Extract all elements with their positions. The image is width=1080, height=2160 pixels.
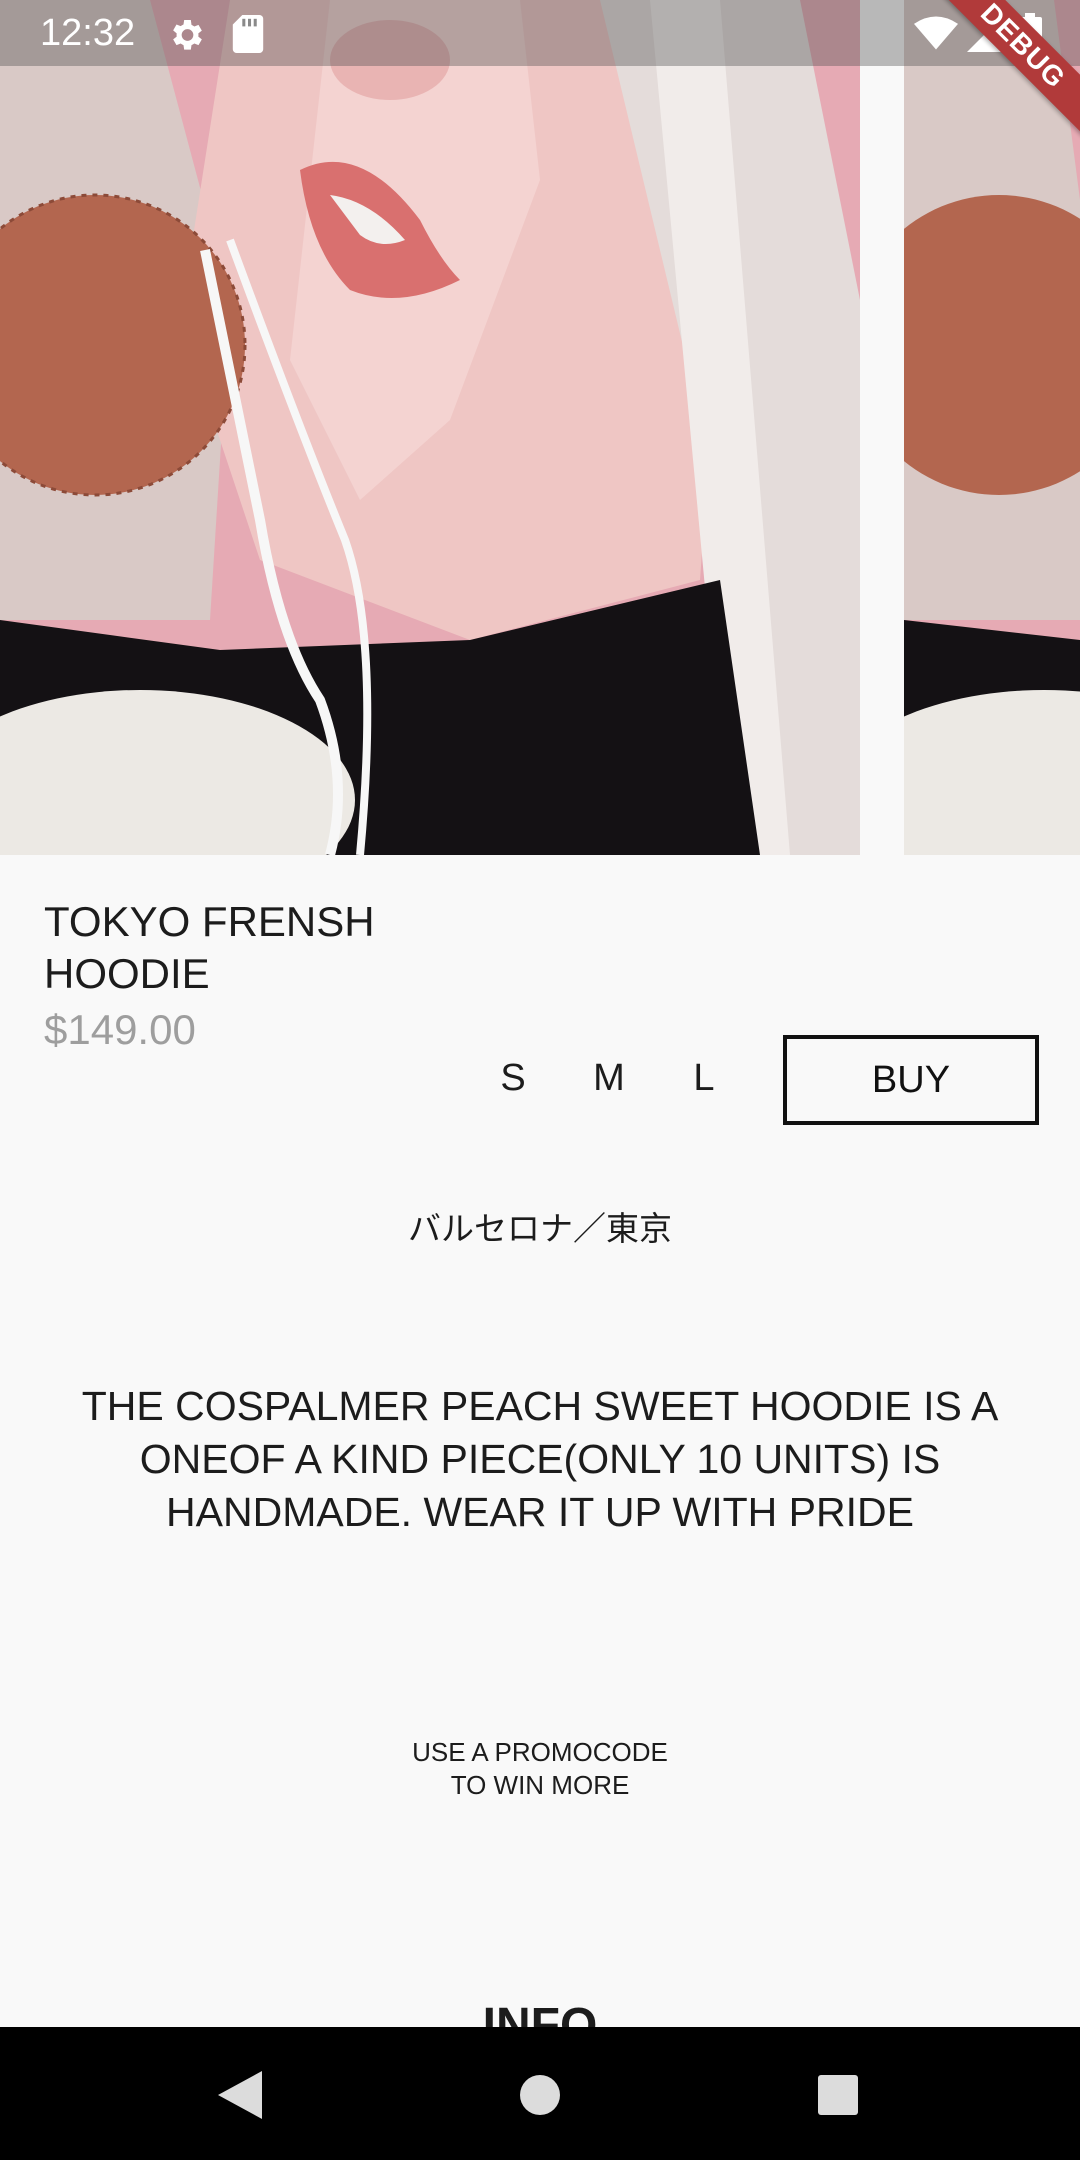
product-description: THE COSPALMER PEACH SWEET HOODIE IS A ON…: [81, 1383, 999, 1535]
gear-icon: [173, 20, 202, 50]
size-option-m[interactable]: M: [579, 1054, 639, 1102]
wifi-icon: [914, 16, 958, 50]
recents-button[interactable]: [798, 2055, 878, 2135]
status-time: 12:32: [40, 12, 136, 54]
back-button[interactable]: [200, 2055, 280, 2135]
status-bar: 12:32: [0, 0, 1080, 66]
next-product-photo[interactable]: [904, 0, 1080, 855]
size-option-l[interactable]: L: [674, 1054, 734, 1102]
product-photo-illustration: [0, 0, 860, 855]
buy-button[interactable]: BUY: [783, 1035, 1039, 1125]
promo-text: USE A PROMOCODE TO WIN MORE: [340, 1736, 740, 1802]
product-photo[interactable]: [0, 0, 860, 855]
size-option-s[interactable]: S: [483, 1054, 543, 1102]
promo-line-2: TO WIN MORE: [450, 1770, 630, 1800]
origin-text: バルセロナ／東京: [408, 1209, 672, 1248]
product-image-carousel[interactable]: [0, 0, 1080, 855]
next-product-photo-illustration: [904, 0, 1080, 855]
navigation-bar: [0, 2027, 1080, 2160]
recents-square-icon: [818, 2075, 858, 2115]
product-title: TOKYO FRENSH HOODIE: [44, 898, 375, 997]
product-price: $149.00: [44, 1006, 196, 1053]
home-circle-icon: [520, 2075, 560, 2115]
home-button[interactable]: [500, 2055, 580, 2135]
promo-line-1: USE A PROMOCODE: [412, 1737, 668, 1767]
back-triangle-icon: [218, 2071, 262, 2119]
sd-card-icon: [232, 15, 264, 53]
